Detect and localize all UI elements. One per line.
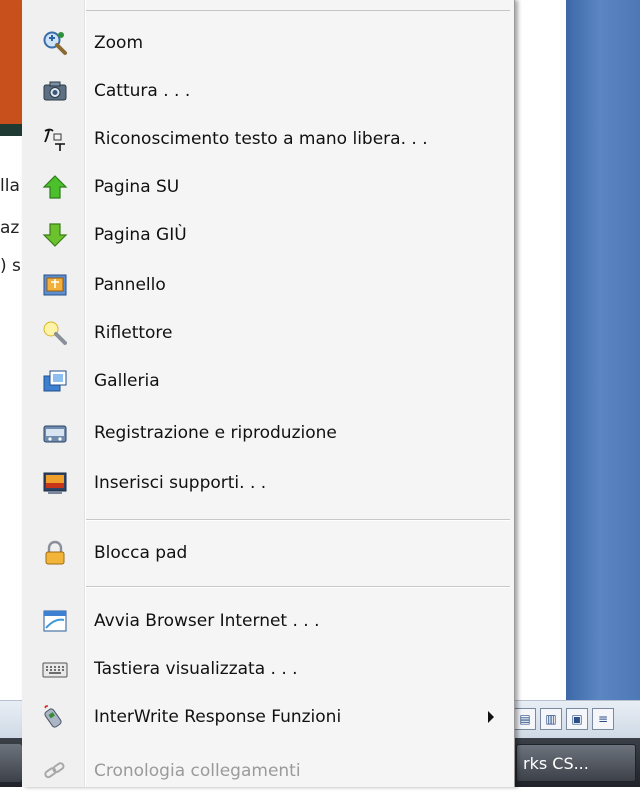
list-icon[interactable]: ≡ [592,708,614,730]
background-window-edge [520,0,566,787]
browser-icon [43,610,67,632]
menu-item-handwriting-recognition[interactable]: Riconoscimento testo a mano libera. . . [22,116,514,162]
menu-item-label: Cronologia collegamenti [94,761,301,781]
menu-item-page-up[interactable]: Pagina SU [22,164,514,210]
background-strip [0,124,22,136]
menu-item-label: Tastiera visualizzata . . . [94,659,298,679]
zoom-icon [43,31,67,55]
panel-icon [43,274,67,296]
menu-item-gallery[interactable]: Galleria [22,358,514,404]
gallery-icon [43,370,67,392]
book-icon[interactable]: ▤ [514,708,536,730]
menu-item-zoom[interactable]: Zoom [22,20,514,66]
keyboard-icon [42,662,68,678]
menu-item-on-screen-keyboard[interactable]: Tastiera visualizzata . . . [22,646,514,692]
background-text-line: az [0,218,20,238]
desktop-background [566,0,640,700]
menu-item-label: InterWrite Response Funzioni [94,707,342,727]
menu-item-label: Cattura . . . [94,81,191,101]
menu-item-label: Pagina SU [94,177,180,197]
recorder-icon [43,425,67,443]
menu-separator [86,586,510,588]
response-icon [44,705,62,728]
toolbar-icons: ▤ ▥ ▣ ≡ [514,708,614,730]
media-icon [43,472,67,494]
handwriting-icon [44,128,65,151]
menu-item-insert-media[interactable]: Inserisci supporti. . . [22,460,514,506]
menu-item-spotlight[interactable]: Riflettore [22,310,514,356]
background-text-line: ) s [0,256,21,276]
menu-item-capture[interactable]: Cattura . . . [22,68,514,114]
arrow-up-icon [42,175,68,199]
background-image-orange [0,0,22,124]
context-menu: Zoom Cattura . . . Riconoscimento testo … [22,0,515,787]
menu-item-interwrite-response[interactable]: InterWrite Response Funzioni [22,694,514,740]
menu-item-launch-browser[interactable]: Avvia Browser Internet . . . [22,598,514,644]
menu-separator [86,10,510,11]
background-text-line: lla [0,176,20,196]
menu-item-lock-pad[interactable]: Blocca pad [22,530,514,576]
menu-item-label: Riconoscimento testo a mano libera. . . [94,129,428,149]
menu-item-link-history[interactable]: Cronologia collegamenti [22,748,514,794]
book-open-icon[interactable]: ▥ [540,708,562,730]
menu-separator [86,519,510,521]
menu-item-label: Pagina GIÙ [94,225,187,245]
monitor-icon[interactable]: ▣ [566,708,588,730]
submenu-arrow-icon [488,711,494,723]
lock-icon [45,540,65,565]
menu-item-label: Zoom [94,33,144,53]
menu-item-label: Inserisci supporti. . . [94,473,267,493]
menu-item-page-down[interactable]: Pagina GIÙ [22,212,514,258]
menu-item-recorder[interactable]: Registrazione e riproduzione [22,410,514,456]
menu-item-label: Registrazione e riproduzione [94,423,337,443]
menu-item-label: Pannello [94,275,166,295]
link-history-icon [44,762,65,779]
taskbar-button[interactable] [0,744,22,782]
menu-item-label: Galleria [94,371,160,391]
menu-item-panel[interactable]: Pannello [22,262,514,308]
arrow-down-icon [42,223,68,247]
menu-item-label: Blocca pad [94,543,188,563]
spotlight-icon [43,321,67,345]
menu-item-label: Avvia Browser Internet . . . [94,611,320,631]
menu-item-label: Riflettore [94,323,173,343]
taskbar-button[interactable]: rks CS... [516,744,636,782]
camera-icon [43,81,67,101]
